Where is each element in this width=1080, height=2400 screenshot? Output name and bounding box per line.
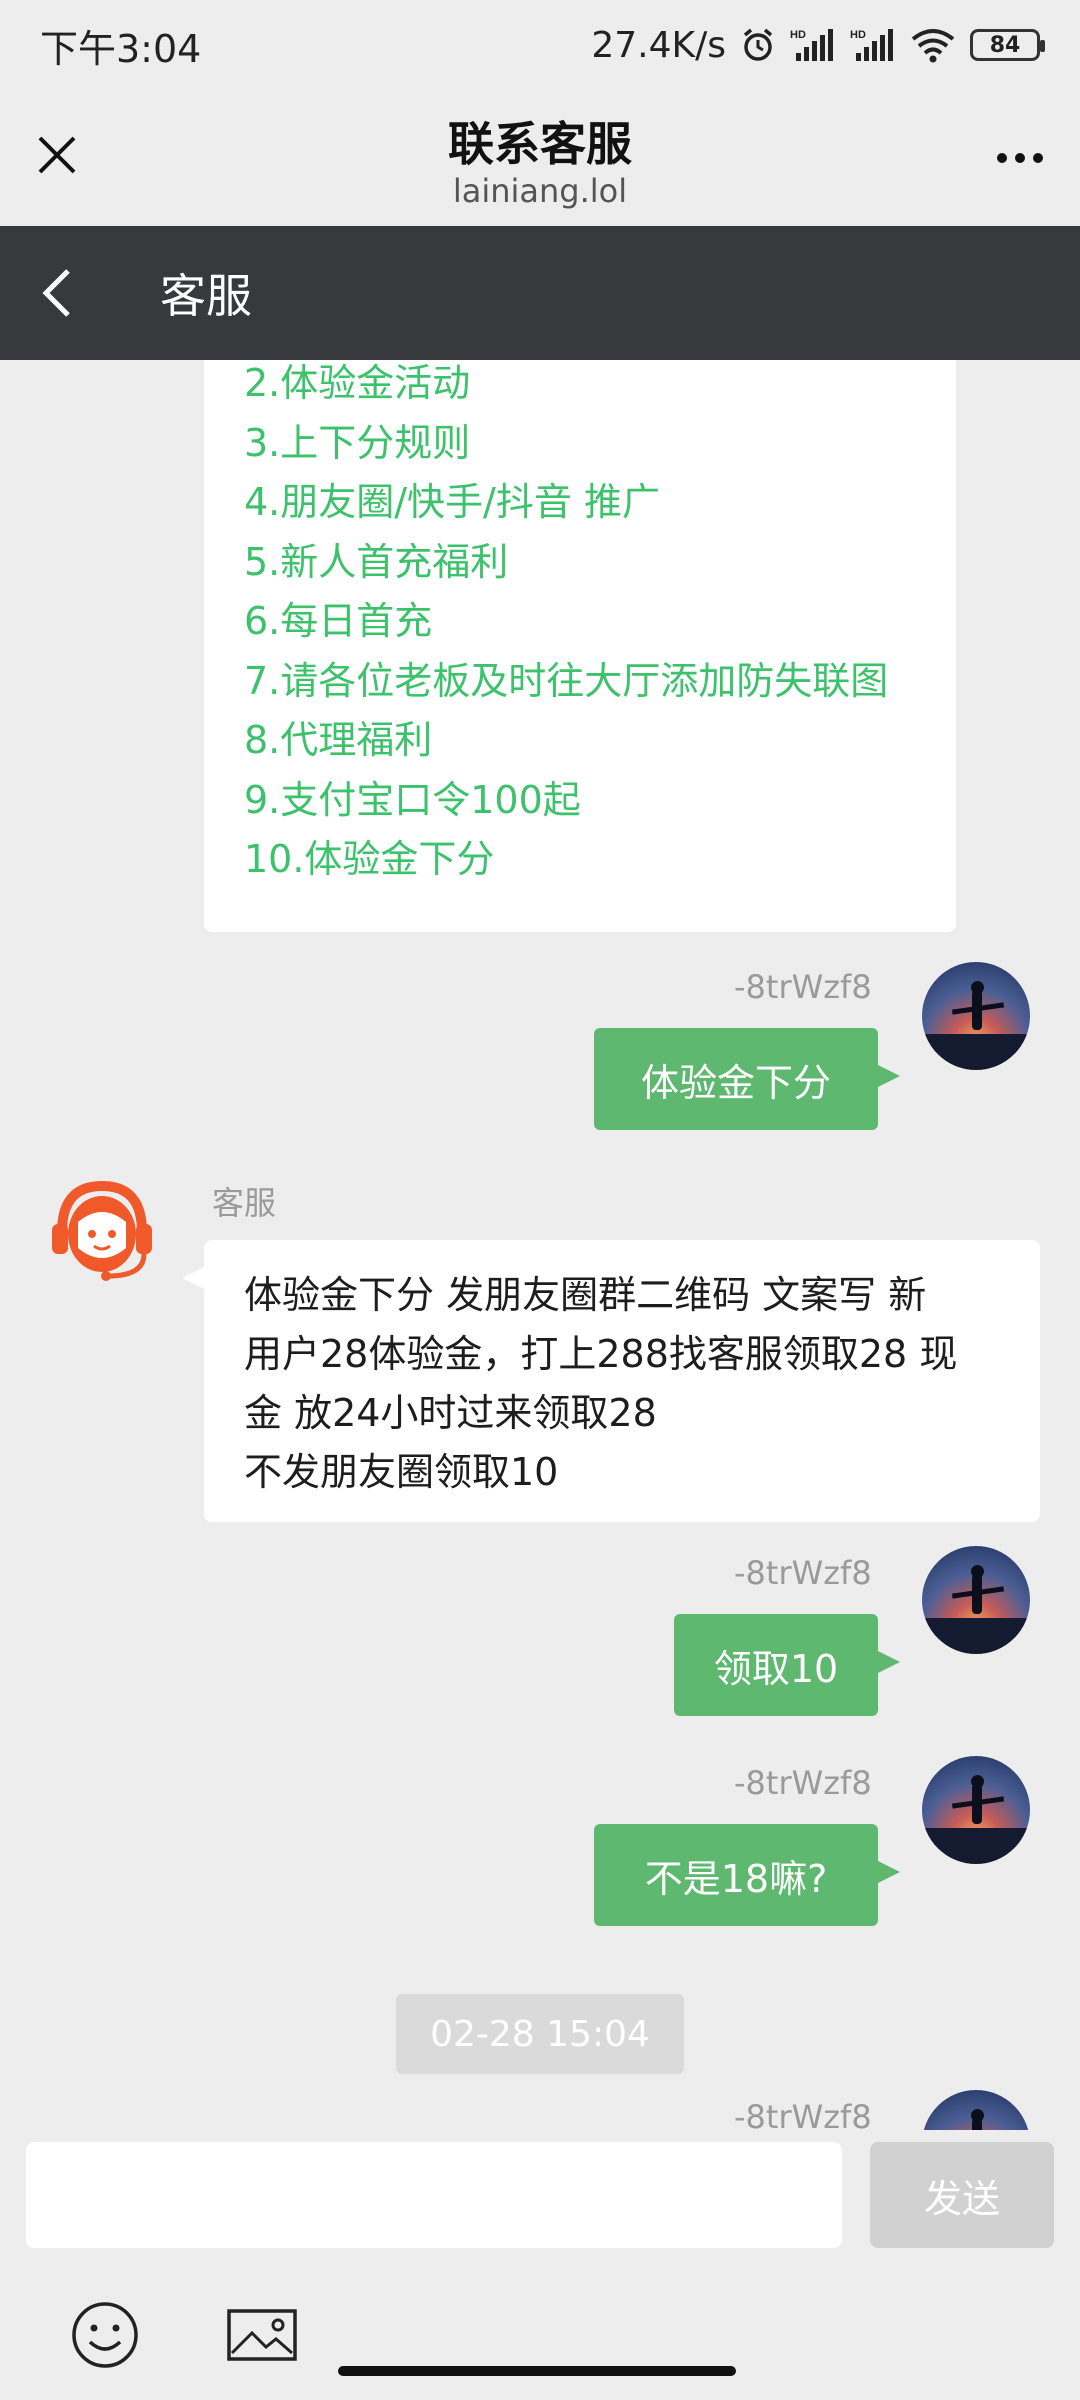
my-message-bubble[interactable]: 领取10 [674,1614,900,1716]
page-title: 联系客服 [448,117,632,171]
emoji-icon [72,2302,138,2368]
menu-item[interactable]: 3.上下分规则 [244,414,916,474]
wifi-icon [910,27,956,63]
emoji-button[interactable] [70,2300,140,2370]
more-icon [997,153,1043,163]
image-button[interactable] [226,2300,298,2370]
hd-signal-icon: HD [790,27,836,63]
message-line: 不发朋友圈领取10 [244,1450,559,1494]
chevron-left-icon [42,269,70,317]
svg-text:HD: HD [790,29,806,41]
message-timestamp: 02-28 15:04 [396,1994,684,2074]
menu-item[interactable]: 5.新人首充福利 [244,533,916,593]
user-avatar[interactable] [922,1756,1030,1864]
message-input[interactable] [26,2142,842,2248]
sender-name: -8trWzf8 [734,1764,872,1802]
menu-item[interactable]: 10.体验金下分 [244,830,916,890]
chat-messages[interactable]: 2.体验金活动 3.上下分规则 4.朋友圈/快手/抖音 推广 5.新人首充福利 … [0,360,1080,2130]
webview-header: 联系客服 lainiang.lol [0,90,1080,226]
my-message-bubble[interactable]: 体验金下分 [594,1028,900,1130]
cs-message-bubble[interactable]: 体验金下分 发朋友圈群二维码 文案写 新 用户28体验金，打上288找客服领取2… [182,1240,1040,1522]
user-avatar[interactable] [922,1546,1030,1654]
menu-item[interactable]: 4.朋友圈/快手/抖音 推广 [244,473,916,533]
message-line: 用户28体验金，打上288找客服领取28 现 [244,1332,958,1376]
page-url: lainiang.lol [452,172,628,210]
message-line: 体验金下分 发朋友圈群二维码 文案写 新 [244,1273,927,1317]
user-avatar[interactable] [922,962,1030,1070]
back-button[interactable] [0,226,120,360]
chat-title: 客服 [160,269,252,323]
sender-name: -8trWzf8 [734,968,872,1006]
my-message-bubble[interactable]: 不是18嘛? [594,1824,900,1926]
menu-item[interactable]: 6.每日首充 [244,592,916,652]
home-indicator[interactable] [338,2366,736,2376]
status-indicators: 27.4K/s HD HD 84 [591,24,1045,66]
battery-level: 84 [989,32,1021,58]
headset-agent-icon [52,1180,152,1281]
menu-item[interactable]: 9.支付宝口令100起 [244,771,916,831]
message-composer: 发送 [0,2130,1080,2400]
alarm-icon [740,27,776,63]
battery-icon: 84 [970,29,1045,61]
faq-menu-card: 2.体验金活动 3.上下分规则 4.朋友圈/快手/抖音 推广 5.新人首充福利 … [204,360,956,932]
menu-item[interactable]: 8.代理福利 [244,711,916,771]
sender-name: -8trWzf8 [734,1554,872,1592]
more-options-button[interactable] [980,120,1060,180]
chat-app-bar: 客服 [0,226,1080,360]
svg-text:HD: HD [850,29,866,41]
image-icon [227,2309,297,2361]
cs-avatar[interactable] [48,1176,156,1284]
menu-item[interactable]: 2.体验金活动 [244,360,916,414]
sender-name: 客服 [212,1184,277,1222]
hd-signal-icon-2: HD [850,27,896,63]
menu-item[interactable]: 7.请各位老板及时往大厅添加防失联图 [244,652,916,712]
network-speed: 27.4K/s [591,24,726,66]
status-bar: 下午3:04 27.4K/s HD HD 84 [0,0,1080,90]
message-line: 金 放24小时过来领取28 [244,1391,657,1435]
send-button[interactable]: 发送 [870,2142,1054,2248]
sender-name: -8trWzf8 [734,2098,872,2130]
user-avatar[interactable] [922,2090,1030,2130]
status-time: 下午3:04 [40,26,202,71]
